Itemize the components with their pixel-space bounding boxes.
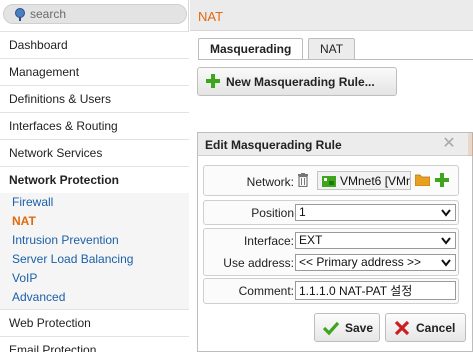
network-field[interactable]: VMnet6 [VMnet6] [295, 171, 459, 191]
network-label: Network: [246, 175, 294, 189]
chevron-down-icon [441, 259, 451, 267]
interface-select[interactable]: EXT [295, 232, 456, 249]
chevron-down-icon [441, 237, 451, 245]
position-select[interactable]: 1 [295, 204, 456, 221]
checkmark-icon [323, 321, 339, 336]
dialog-edge-highlight [468, 133, 473, 156]
tab-nat[interactable]: NAT [308, 38, 356, 59]
trash-icon[interactable] [297, 173, 309, 187]
nav-item-dashboard[interactable]: Dashboard [0, 31, 189, 58]
interface-value: EXT [299, 233, 323, 247]
new-rule-label: New Masquerading Rule... [226, 75, 375, 89]
close-icon[interactable]: ✕ [441, 136, 457, 152]
dialog-title: Edit Masquerading Rule [205, 138, 342, 152]
nav-item-interfaces-routing[interactable]: Interfaces & Routing [0, 112, 189, 139]
page-title: NAT [198, 9, 224, 24]
nav-item-definitions-users[interactable]: Definitions & Users [0, 85, 189, 112]
comment-input[interactable] [295, 281, 456, 300]
position-label: Position [251, 206, 294, 220]
search-box[interactable] [3, 4, 187, 24]
main-content: NAT Masquerading NAT New Masquerading Ru… [190, 0, 473, 352]
use-address-label: Use address: [223, 256, 294, 270]
nav-subitem-advanced[interactable]: Advanced [0, 288, 189, 309]
nav-subitem-firewall[interactable]: Firewall [0, 193, 189, 212]
nav-submenu-network-protection: Firewall NAT Intrusion Prevention Server… [0, 193, 189, 309]
edit-masquerading-rule-dialog: Edit Masquerading Rule ✕ Network: VMnet6… [197, 132, 473, 352]
page-header: NAT [190, 0, 473, 31]
nav-item-email-protection[interactable]: Email Protection [0, 336, 189, 352]
nav-subitem-intrusion-prevention[interactable]: Intrusion Prevention [0, 231, 189, 250]
nav-item-network-protection[interactable]: Network Protection [0, 166, 189, 193]
save-button[interactable]: Save [314, 313, 380, 342]
new-masquerading-rule-button[interactable]: New Masquerading Rule... [197, 67, 397, 96]
tab-masquerading[interactable]: Masquerading [198, 38, 304, 60]
use-address-select[interactable]: << Primary address >> [295, 254, 456, 271]
interface-label: Interface: [243, 234, 294, 248]
cancel-x-icon [394, 320, 410, 336]
nav-item-web-protection[interactable]: Web Protection [0, 309, 189, 336]
plus-icon [206, 74, 220, 88]
tab-divider [198, 59, 473, 60]
folder-icon[interactable] [415, 174, 430, 186]
cancel-label: Cancel [416, 321, 456, 335]
search-icon [15, 8, 25, 21]
position-value: 1 [299, 205, 306, 219]
network-token[interactable]: VMnet6 [VMnet6] [317, 171, 411, 190]
nav-menu: Dashboard Management Definitions & Users… [0, 31, 189, 352]
add-network-icon[interactable] [435, 173, 449, 187]
sidebar: Dashboard Management Definitions & Users… [0, 0, 189, 352]
search-input[interactable] [30, 6, 180, 22]
dialog-header: Edit Masquerading Rule ✕ [198, 133, 473, 156]
use-address-value: << Primary address >> [299, 255, 422, 269]
network-value: VMnet6 [VMnet6] [340, 174, 411, 188]
cancel-button[interactable]: Cancel [385, 313, 466, 342]
chevron-down-icon [441, 209, 451, 217]
comment-label: Comment: [238, 284, 294, 298]
nav-item-management[interactable]: Management [0, 58, 189, 85]
save-label: Save [345, 321, 374, 335]
nav-subitem-nat[interactable]: NAT [0, 212, 189, 231]
nav-subitem-voip[interactable]: VoIP [0, 269, 189, 288]
nav-subitem-server-load-balancing[interactable]: Server Load Balancing [0, 250, 189, 269]
network-icon [322, 176, 336, 187]
nav-item-network-services[interactable]: Network Services [0, 139, 189, 166]
